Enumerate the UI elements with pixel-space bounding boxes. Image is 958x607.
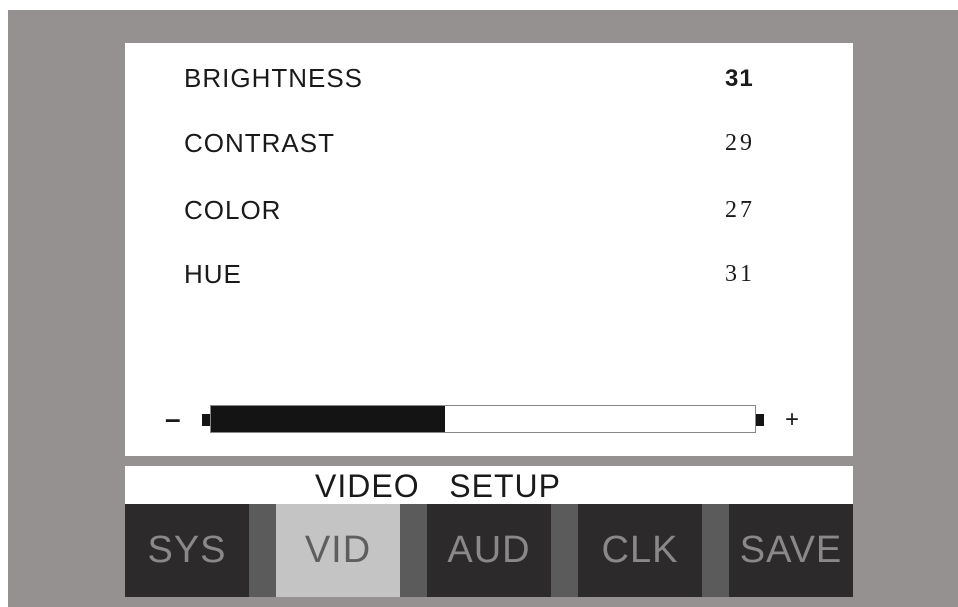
tab-sys[interactable]: SYS	[125, 504, 249, 597]
menu-item-label: COLOR	[184, 195, 282, 225]
menu-item-label: HUE	[184, 259, 242, 289]
section-title-bar: VIDEO SETUP	[125, 466, 853, 504]
increase-icon[interactable]: +	[785, 406, 799, 434]
menu-item-brightness[interactable]: BRIGHTNESS 31	[125, 63, 853, 103]
menu-item-label: BRIGHTNESS	[184, 63, 364, 93]
tab-clk[interactable]: CLK	[578, 504, 702, 597]
decrease-icon[interactable]: –	[165, 403, 181, 435]
tab-save[interactable]: SAVE	[729, 504, 853, 597]
menu-item-color[interactable]: COLOR 27	[125, 195, 853, 235]
menu-item-label: CONTRAST	[184, 128, 335, 158]
menu-item-contrast[interactable]: CONTRAST 29	[125, 128, 853, 168]
slider-right-cap	[756, 414, 764, 426]
menu-item-hue[interactable]: HUE 31	[125, 259, 853, 299]
slider-left-cap	[202, 414, 210, 426]
tab-vid[interactable]: VID	[276, 504, 400, 597]
menu-item-value: 31	[725, 65, 754, 92]
section-title: VIDEO SETUP	[315, 468, 561, 504]
menu-item-value: 29	[725, 130, 755, 156]
slider-fill	[211, 406, 445, 432]
settings-panel: BRIGHTNESS 31 CONTRAST 29 COLOR 27 HUE 3…	[125, 43, 853, 456]
menu-item-value: 31	[725, 261, 755, 287]
tab-aud[interactable]: AUD	[427, 504, 551, 597]
tab-bar: SYS VID AUD CLK SAVE	[125, 504, 853, 597]
level-slider[interactable]	[210, 405, 756, 433]
menu-item-value: 27	[725, 197, 755, 223]
